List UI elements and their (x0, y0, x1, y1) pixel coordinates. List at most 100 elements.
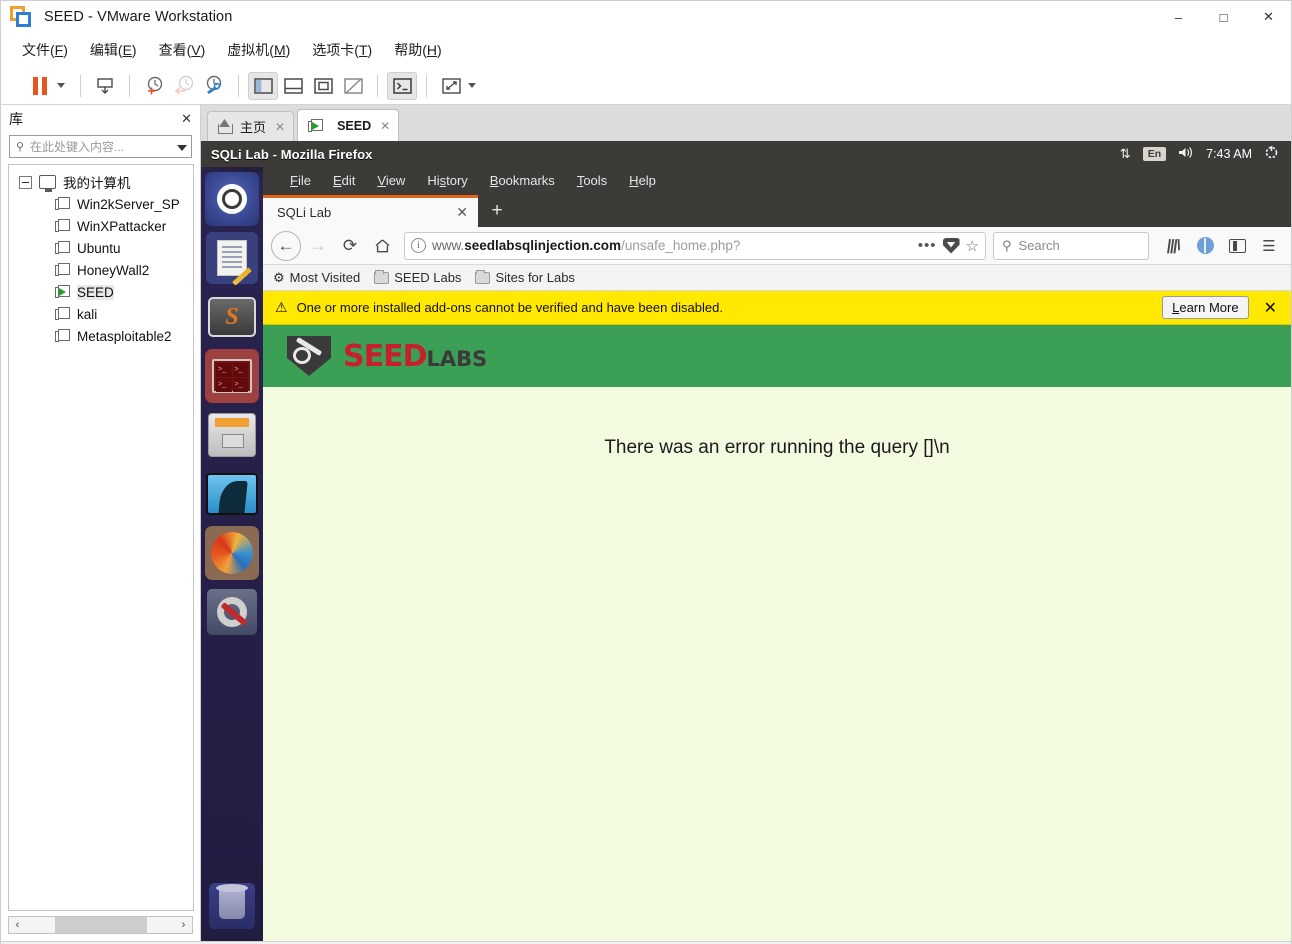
forward-button[interactable]: → (303, 231, 333, 261)
bookmark-star-icon[interactable]: ☆ (966, 237, 979, 255)
vm-label: Win2kServer_SP (77, 196, 180, 212)
launcher-files-icon[interactable] (205, 408, 259, 462)
list-item-seed[interactable]: SEED (9, 281, 193, 303)
firefox-menu-bookmarks[interactable]: Bookmarks (479, 171, 566, 190)
new-tab-button[interactable]: + (478, 195, 516, 227)
scroll-right-icon[interactable]: › (175, 919, 192, 931)
notification-close-icon[interactable]: ✕ (1258, 298, 1283, 318)
launcher-settings-icon[interactable] (205, 585, 259, 639)
list-item[interactable]: WinXPattacker (9, 215, 193, 237)
library-tree[interactable]: 我的计算机 Win2kServer_SP WinXPattacker Ubunt… (8, 164, 194, 911)
menu-icon[interactable]: ☰ (1255, 232, 1283, 260)
firefox-tab-sqli-lab[interactable]: SQLi Lab ✕ (263, 195, 478, 227)
toolbar-separator (238, 74, 239, 97)
tab-label: SEED (337, 118, 372, 133)
bookmark-sites-for-labs[interactable]: Sites for Labs (475, 269, 575, 285)
volume-icon[interactable] (1178, 146, 1194, 162)
firefox-menu-help[interactable]: Help (618, 171, 667, 190)
menu-view[interactable]: 查看(V) (148, 37, 217, 63)
launcher-terminal-icon[interactable]: >_ >_ >_ >_ (205, 349, 259, 403)
tab-seed[interactable]: SEED ✕ (297, 109, 400, 141)
firefox-menu-tools[interactable]: Tools (566, 171, 618, 190)
vm-label: kali (77, 306, 98, 322)
list-item[interactable]: Metasploitable2 (9, 325, 193, 347)
site-info-icon[interactable]: i (411, 238, 426, 253)
show-library-button[interactable] (248, 71, 278, 100)
sync-icon[interactable] (1191, 232, 1219, 260)
menu-help[interactable]: 帮助(H) (383, 37, 452, 63)
collapse-icon[interactable] (19, 175, 32, 189)
chevron-down-icon[interactable] (173, 138, 191, 156)
title-bar: SEED - VMware Workstation – □ ✕ (1, 1, 1291, 33)
launcher-trash-icon[interactable] (205, 879, 259, 933)
learn-more-button[interactable]: Learn More (1162, 296, 1249, 319)
minimize-button[interactable]: – (1156, 1, 1201, 33)
menu-file[interactable]: 文件(F) (11, 37, 79, 63)
system-settings-icon[interactable] (1264, 145, 1279, 163)
launcher-ubuntu-dash-icon[interactable] (205, 172, 259, 226)
list-item[interactable]: Ubuntu (9, 237, 193, 259)
list-item[interactable]: Win2kServer_SP (9, 193, 193, 215)
vm-tab-strip: 主页 ✕ SEED ✕ (201, 105, 1291, 141)
full-screen-button[interactable] (308, 72, 338, 100)
maximize-button[interactable]: □ (1201, 1, 1246, 33)
brand-labs: LABS (426, 346, 488, 371)
stretch-dropdown-caret-icon[interactable] (468, 83, 476, 88)
launcher-firefox-icon[interactable] (205, 526, 259, 580)
bookmark-most-visited[interactable]: ⚙ Most Visited (273, 270, 360, 286)
firefox-menu-view[interactable]: View (366, 171, 416, 190)
firefox-menu-file[interactable]: File (279, 171, 322, 190)
scrollbar-thumb[interactable] (54, 916, 147, 933)
pause-dropdown-caret-icon[interactable] (57, 83, 65, 88)
firefox-menu-history[interactable]: History (416, 171, 478, 190)
tab-close-icon[interactable]: ✕ (275, 120, 285, 134)
revert-snapshot-button[interactable] (169, 72, 199, 100)
sidebar-icon[interactable] (1223, 232, 1251, 260)
vm-label: Metasploitable2 (77, 328, 172, 344)
library-icon[interactable]: |||\ (1159, 232, 1187, 260)
keyboard-layout-indicator[interactable]: En (1142, 147, 1167, 161)
vm-running-icon (308, 118, 324, 133)
gear-icon: ⚙ (273, 269, 285, 285)
back-button[interactable]: ← (271, 230, 301, 261)
vm-icon (55, 263, 70, 277)
tab-home[interactable]: 主页 ✕ (207, 111, 295, 141)
tree-root-my-computer[interactable]: 我的计算机 (9, 171, 193, 193)
clock[interactable]: 7:43 AM (1206, 147, 1252, 161)
stretch-button[interactable] (436, 72, 466, 100)
vm-icon (55, 197, 70, 211)
menu-edit[interactable]: 编辑(E) (79, 37, 148, 63)
firefox-menu-edit[interactable]: Edit (322, 171, 366, 190)
page-actions-icon[interactable]: ••• (918, 237, 937, 254)
bookmark-seed-labs[interactable]: SEED Labs (374, 269, 461, 285)
close-button[interactable]: ✕ (1246, 1, 1291, 33)
menu-tabs[interactable]: 选项卡(T) (301, 37, 383, 63)
library-close-icon[interactable]: ✕ (181, 111, 192, 127)
launcher-wireshark-icon[interactable] (205, 467, 259, 521)
show-thumbnail-bar-button[interactable] (278, 72, 308, 100)
scroll-left-icon[interactable]: ‹ (9, 919, 26, 931)
library-search-box[interactable]: ⚲ 在此处键入内容... (9, 135, 192, 158)
url-bar[interactable]: i www.seedlabsqlinjection.com/unsafe_hom… (404, 231, 986, 260)
firefox-tab-close-icon[interactable]: ✕ (456, 204, 468, 221)
launcher-text-editor-icon[interactable] (205, 231, 259, 285)
reload-button[interactable]: ⟳ (335, 231, 365, 261)
url-text: www.seedlabsqlinjection.com/unsafe_home.… (432, 238, 741, 253)
list-item[interactable]: HoneyWall2 (9, 259, 193, 281)
snapshot-manager-button[interactable] (199, 72, 229, 100)
tab-close-icon[interactable]: ✕ (380, 119, 390, 133)
tab-label: 主页 (240, 120, 267, 135)
pause-button[interactable] (25, 72, 55, 100)
menu-vm[interactable]: 虚拟机(M) (216, 37, 301, 63)
launcher-sublime-text-icon[interactable]: S (205, 290, 259, 344)
snapshot-button[interactable] (90, 72, 120, 100)
console-view-button[interactable] (387, 71, 417, 100)
library-horizontal-scrollbar[interactable]: ‹ › (8, 915, 193, 934)
list-item[interactable]: kali (9, 303, 193, 325)
network-icon[interactable]: ⇅ (1120, 146, 1131, 162)
search-bar[interactable]: ⚲ Search (993, 231, 1149, 260)
unity-mode-button[interactable] (338, 72, 368, 100)
pocket-icon[interactable] (942, 237, 960, 254)
home-button[interactable] (367, 231, 397, 261)
take-snapshot-button[interactable] (139, 72, 169, 100)
